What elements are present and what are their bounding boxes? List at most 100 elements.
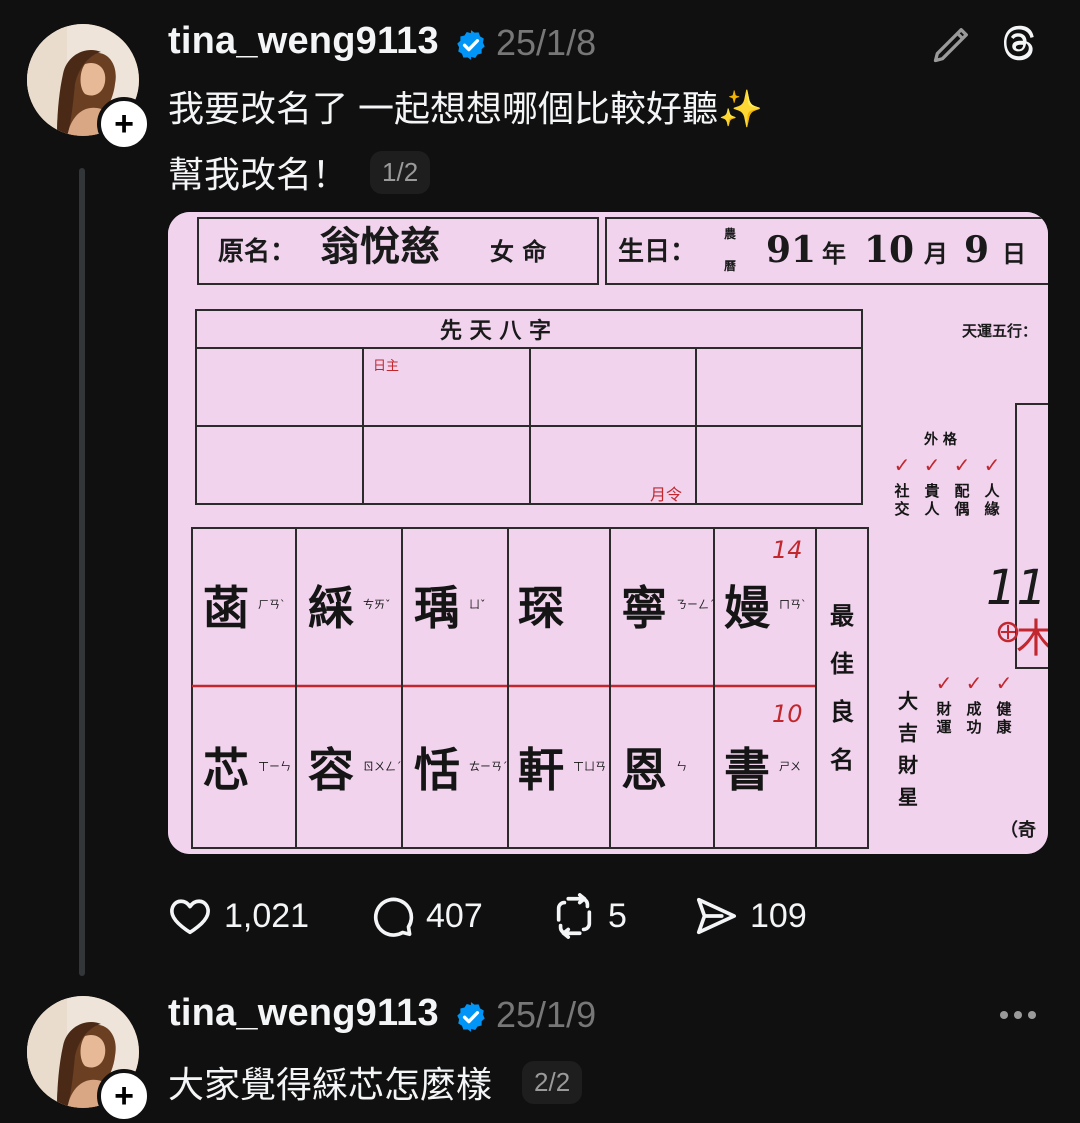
great-luck-char: 吉 [898,721,918,745]
row2-zhuyin: ㄖㄨㄥˊ [363,760,402,773]
best-name-char: 良 [830,697,854,726]
row1-char: 綵 [308,581,354,635]
row1-zhuyin: ㄩˇ [469,598,486,611]
share-button[interactable]: 109 [692,893,807,939]
post2-text: 大家覺得綵芯怎麼樣 [168,1064,493,1105]
great-luck-char: 大 [898,689,918,713]
day-master-note: 日主 [373,359,399,374]
row1-zhuyin: ㄇㄢˋ [779,598,807,611]
birth-month: 10 [864,229,914,271]
check-label-char: 人 [984,482,1000,500]
checks-top-header: 外 格 [924,431,958,448]
row2-zhuyin: ㄒㄩㄢ [573,760,606,773]
row2-zhuyin: ㄊㄧㄢˊ [469,760,508,773]
check-label-char: 緣 [984,500,1000,518]
row2-char: 芯 [203,743,249,797]
row2-char: 軒 [518,743,564,797]
check-mark-icon: ✓ [894,453,911,477]
check-mark-icon: ✓ [984,453,1001,477]
more-dots-icon[interactable] [996,1000,1040,1035]
thread-line [79,168,85,976]
follow-plus-button[interactable]: + [97,97,151,151]
send-icon [696,897,737,935]
month-label: 月 [923,239,948,268]
post1-text: 我要改名了 一起想想哪個比較好聽✨ [168,88,763,129]
check-label-char: 運 [936,718,952,736]
orig-name: 翁悅慈 [320,223,440,270]
check-mark-icon: ✓ [924,453,941,477]
like-count: 1,021 [224,896,310,935]
row1-char: 菡 [203,581,249,635]
check-label-char: 交 [894,500,909,518]
check-label-char: 貴 [924,482,939,500]
wuxing-label: 天運五行： [962,322,1037,340]
post1-subtext: 幫我改名！ [168,154,349,195]
year-label: 年 [822,239,846,268]
calendar-top: 農 [724,226,737,241]
gender-label: 女 命 [490,237,547,266]
row2-zhuyin: ㄣ [676,760,687,773]
check-label-char: 配 [954,482,969,500]
check-label-char: 財 [935,700,951,718]
note-14: 14 [772,536,803,564]
check-mark-icon: ✓ [996,671,1013,695]
row1-char: 寧 [621,581,667,635]
threads-logo-icon[interactable] [995,20,1041,66]
verified-badge-icon [457,30,485,60]
corner-text: （奇 [1000,819,1036,841]
wood-char: 木 [1016,616,1048,662]
birth-day: 9 [964,229,989,271]
handwriting: 11 [986,560,1047,616]
like-button[interactable]: 1,021 [166,893,309,939]
best-name-char: 最 [830,601,855,630]
check-label-char: 成 [966,700,981,718]
check-label-char: 偶 [954,500,969,518]
great-luck-char: 財 [898,753,918,777]
row2-zhuyin: ㄒㄧㄣ [258,760,291,773]
month-order-note: 月令 [650,485,682,504]
birthday-label: 生日： [618,237,696,267]
check-label-char: 人 [924,500,940,518]
post1-image[interactable]: 原名： 翁悅慈 女 命 生日： 農 曆 91 年 10 月 9 日 先 天 八 … [168,212,1048,854]
post1-pager: 1/2 [370,150,431,194]
post1-username[interactable]: tina_weng9113 [168,20,439,63]
check-label-char: 功 [966,718,981,736]
row2-char: 恬 [414,743,460,797]
check-mark-icon: ✓ [966,671,983,695]
row2-char: 書 [724,743,770,797]
row1-char: 瑀 [414,581,460,635]
note-10: 10 [772,700,803,728]
check-label-char: 健 [996,700,1011,718]
row1-zhuyin: ㄏㄢˋ [258,598,286,611]
post2-date: 25/1/9 [496,994,597,1035]
repost-count: 5 [608,896,627,935]
comment-count: 407 [426,896,483,935]
check-mark-icon: ✓ [954,453,971,477]
share-count: 109 [750,896,807,935]
row2-char: 容 [308,743,354,797]
follow-plus-button[interactable]: + [97,1069,151,1123]
best-name-char: 佳 [830,649,854,678]
post2-pager: 2/2 [522,1060,583,1104]
row1-char: 嫚 [724,581,771,635]
bazi-title: 先 天 八 字 [440,318,551,344]
check-label-char: 社 [893,482,909,500]
calendar-bottom: 曆 [724,259,736,273]
comment-bubble-icon [373,897,414,937]
birth-year: 91 [766,229,816,271]
pencil-icon[interactable] [930,22,974,66]
repost-button[interactable]: 5 [550,893,627,939]
check-label-char: 康 [996,718,1012,736]
heart-icon [170,899,210,935]
verified-badge-icon [457,1002,485,1032]
repost-icon [556,893,592,939]
post2-username[interactable]: tina_weng9113 [168,992,439,1035]
great-luck-char: 星 [898,785,918,809]
comment-button[interactable]: 407 [368,893,483,939]
best-name-char: 名 [830,745,854,774]
check-mark-icon: ✓ [936,671,953,695]
row1-zhuyin: ㄋㄧㄥˊ [676,598,715,611]
row2-char: 恩 [621,743,667,797]
orig-name-label: 原名： [218,236,296,267]
day-label: 日 [1002,239,1026,268]
